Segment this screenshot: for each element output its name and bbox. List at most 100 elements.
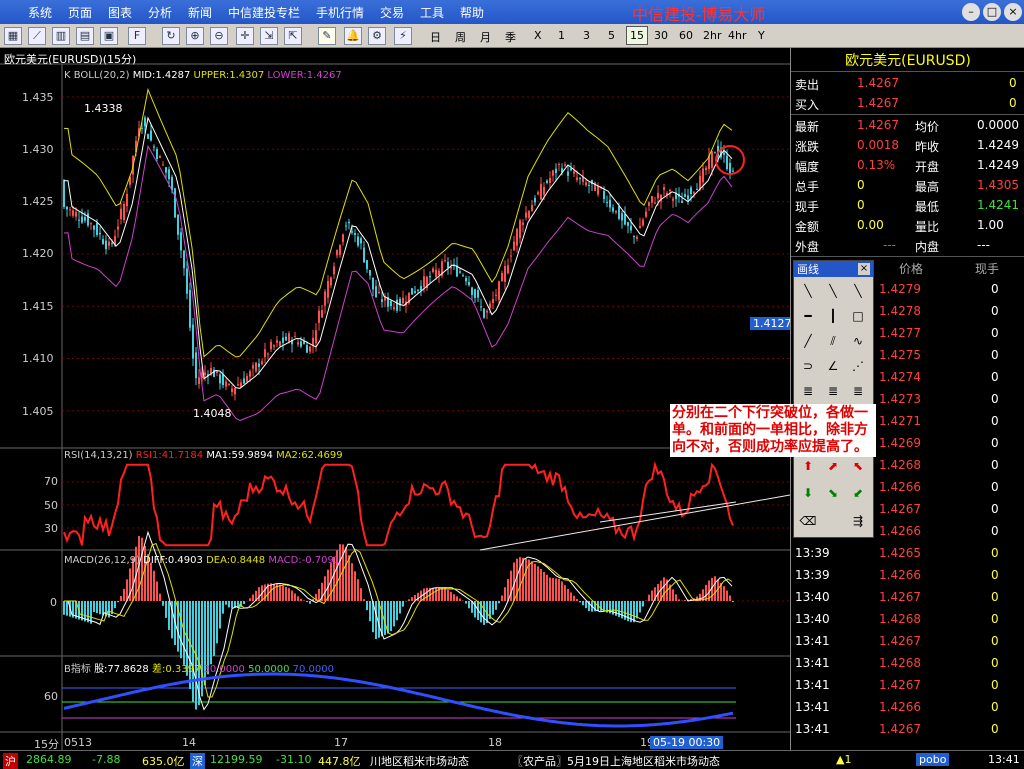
news-ticker-1[interactable]: 川地区稻米市场动态 (370, 753, 469, 769)
quote-field-label: 开盘 (915, 160, 940, 174)
down-right-arrow-icon[interactable]: ⬊ (823, 483, 843, 503)
quote-field-label: 昨收 (915, 140, 940, 154)
rsi-tick: 50 (44, 499, 58, 512)
drawtool-close-button[interactable]: × (858, 263, 870, 275)
candle-body (321, 310, 323, 318)
maximize-button[interactable]: □ (983, 3, 1001, 21)
segment-icon[interactable]: ╲ (848, 281, 868, 301)
candle-body (726, 155, 728, 170)
minimize-button[interactable]: – (962, 3, 980, 21)
candle-body (654, 202, 656, 204)
boll-lower: LOWER:1.4267 (267, 70, 342, 81)
x-tick: 0513 (64, 736, 92, 749)
rect-icon[interactable]: □ (848, 306, 868, 326)
eraser-icon[interactable]: ⌫ (798, 511, 818, 531)
candle-body (537, 192, 539, 195)
down-left-arrow-icon[interactable]: ⬋ (848, 483, 868, 503)
hline-icon[interactable]: ━ (798, 306, 818, 326)
sz-label: 深 (190, 753, 205, 769)
tick-time: 13:41 (795, 634, 830, 648)
x-tick: 14 (182, 736, 196, 749)
alert-indicator[interactable]: ▲1 (836, 753, 851, 766)
down-arrow-icon[interactable]: ⬇ (798, 483, 818, 503)
quote-field-value: 0.0000 (977, 118, 1019, 132)
sh-label: 沪 (3, 753, 18, 769)
sell-label: 卖出 (795, 78, 820, 92)
boll-legend: K BOLL(20,2) MID:1.4287 UPPER:1.4307 LOW… (64, 70, 342, 81)
quote-field-value: 1.4305 (977, 178, 1019, 192)
price-tick: 1.425 (22, 195, 54, 208)
angle-icon[interactable]: ∠ (823, 356, 843, 376)
tick-price: 1.4269 (879, 436, 921, 450)
arc-icon[interactable]: ⊃ (798, 356, 818, 376)
tick-header-qty: 现手 (975, 262, 1000, 276)
tick-time: 13:41 (795, 722, 830, 736)
candle-body (570, 168, 572, 171)
wave-icon[interactable]: ∿ (848, 331, 868, 351)
candle-body (522, 222, 524, 225)
high-marker: 1.4338 (84, 102, 123, 115)
candle-body (420, 286, 422, 291)
candle-body (687, 195, 689, 200)
candle-body (261, 361, 263, 365)
tick-price: 1.4266 (879, 524, 921, 538)
candle-body (483, 308, 485, 318)
quote-field-label: 最高 (915, 180, 940, 194)
candle-body (84, 217, 86, 221)
vline-icon[interactable]: ┃ (823, 306, 843, 326)
candle-body (120, 208, 122, 220)
tick-qty: 0 (991, 414, 999, 428)
candle-body (657, 193, 659, 199)
candle-body (372, 277, 374, 290)
candle-body (714, 152, 716, 154)
candle-body (531, 204, 533, 212)
candle-body (186, 268, 188, 294)
quote-field-value: 0.0018 (857, 138, 899, 152)
candle-body (549, 177, 551, 184)
candle-body (144, 117, 146, 127)
candle-body (333, 266, 335, 275)
candle-body (264, 349, 266, 358)
pobo-logo: pobo (916, 753, 950, 766)
clock: 13:41 (988, 753, 1020, 766)
b-legend: B指标 股:77.8628 差:0.3397 30.0000 50.0000 7… (64, 660, 334, 675)
sell-price: 1.4267 (857, 76, 899, 90)
fan-icon[interactable]: ⋰ (848, 356, 868, 376)
line-icon[interactable]: ╲ (798, 281, 818, 301)
ray-icon[interactable]: ╲ (823, 281, 843, 301)
channel-icon[interactable]: ≣ (848, 381, 868, 401)
candle-body (681, 200, 683, 203)
fibo-icon[interactable]: ≣ (798, 381, 818, 401)
up-left-arrow-icon[interactable]: ⬉ (848, 456, 868, 476)
price-tick: 1.415 (22, 300, 54, 313)
quote-field-label: 幅度 (795, 160, 820, 174)
tick-price: 1.4267 (879, 634, 921, 648)
tick-price: 1.4267 (879, 722, 921, 736)
candle-body (327, 280, 329, 298)
candle-body (468, 281, 470, 286)
gann-icon[interactable]: ≣ (823, 381, 843, 401)
candle-body (174, 188, 176, 218)
parallel-icon[interactable]: ⫽ (823, 331, 843, 351)
trend-icon[interactable]: ╱ (798, 331, 818, 351)
candle-body (699, 175, 701, 190)
tick-header-price: 价格 (899, 262, 924, 276)
tick-price: 1.4268 (879, 656, 921, 670)
tick-time: 13:40 (795, 590, 830, 604)
tick-qty: 0 (991, 326, 999, 340)
news-ticker-2[interactable]: 〖农产品〗5月19日上海地区稻米市场动态 (512, 753, 720, 769)
tick-qty: 0 (991, 524, 999, 538)
delete-all-icon[interactable]: ⇶ (848, 511, 868, 531)
candle-body (480, 306, 482, 308)
candle-body (465, 277, 467, 282)
candle-body (567, 171, 569, 176)
price-tick: 1.435 (22, 91, 54, 104)
candle-body (177, 214, 179, 235)
candle-body (507, 265, 509, 274)
candle-body (684, 194, 686, 197)
candle-body (642, 219, 644, 226)
up-arrow-icon[interactable]: ⬆ (798, 456, 818, 476)
close-button[interactable]: × (1004, 3, 1022, 21)
tick-qty: 0 (991, 546, 999, 560)
up-right-arrow-icon[interactable]: ⬈ (823, 456, 843, 476)
